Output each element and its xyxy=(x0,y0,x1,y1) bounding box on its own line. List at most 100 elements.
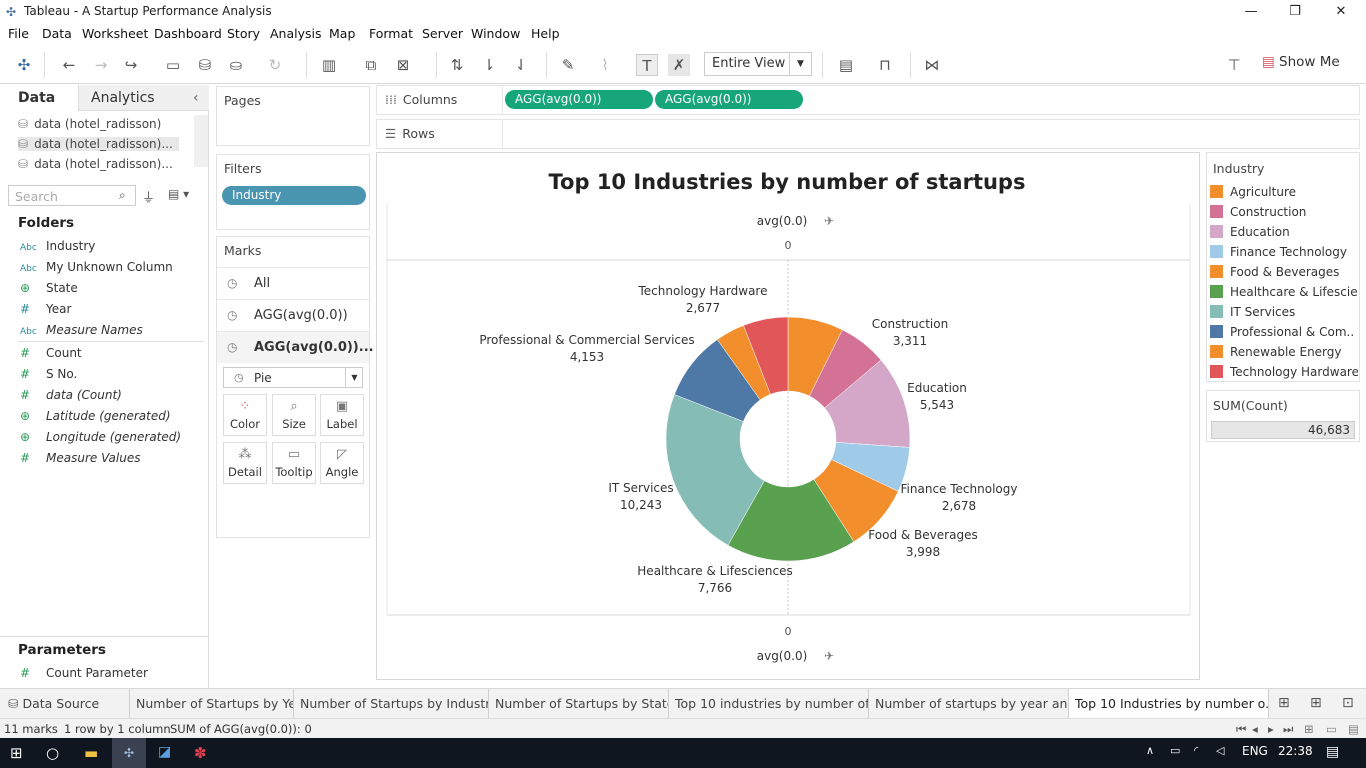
pin-icon[interactable]: ⊤ xyxy=(1223,54,1245,76)
field-state[interactable]: ⊕ State xyxy=(20,281,78,295)
minimize-icon[interactable]: — xyxy=(1236,2,1266,22)
marks-detail-button[interactable]: ⁂ Detail xyxy=(223,442,267,484)
filter-pill-industry[interactable]: Industry xyxy=(222,186,366,205)
legend-item[interactable]: Construction xyxy=(1210,205,1358,219)
wifi-icon[interactable]: ◜ xyxy=(1194,744,1198,757)
field-count[interactable]: # Count xyxy=(20,346,82,360)
menu-file[interactable]: File xyxy=(8,26,29,41)
view-size-select[interactable]: Entire View ▼ xyxy=(704,52,812,76)
tableau-home-icon[interactable]: ✣ xyxy=(13,54,35,76)
columns-shelf[interactable]: ⁞⁞⁞ Columns AGG(avg(0.0)) AGG(avg(0.0)) xyxy=(376,85,1360,115)
view-options-icon[interactable]: ▤ ▾ xyxy=(168,187,189,201)
menu-format[interactable]: Format xyxy=(369,26,413,41)
tab-sheet[interactable]: Number of startups by year and ... xyxy=(869,689,1069,718)
datasource-item[interactable]: data (hotel_radisson) xyxy=(18,117,161,131)
nav-prev-icon[interactable]: ◂ xyxy=(1252,722,1258,736)
filters-card[interactable]: Filters Industry xyxy=(216,154,370,230)
windows-start-icon[interactable]: ⊞ xyxy=(10,744,23,762)
tab-sheet[interactable]: Number of Startups by Year xyxy=(130,689,294,718)
marks-row-all[interactable]: ◷ All xyxy=(217,267,369,299)
field-longitude[interactable]: ⊕ Longitude (generated) xyxy=(20,430,181,444)
field-industry[interactable]: Abc Industry xyxy=(20,239,95,253)
share-icon[interactable]: ⋈ xyxy=(921,54,943,76)
refresh-icon[interactable]: ↻ xyxy=(264,54,286,76)
column-pill[interactable]: AGG(avg(0.0)) xyxy=(655,90,803,109)
replay-icon[interactable]: ↪ xyxy=(120,54,142,76)
nav-first-icon[interactable]: ⏮ xyxy=(1236,722,1246,737)
legend-item[interactable]: Agriculture xyxy=(1210,185,1358,199)
search-input[interactable]: Search ⌕ xyxy=(8,185,136,206)
marks-color-button[interactable]: ⁘ Color xyxy=(223,394,267,436)
new-dashboard-tab-icon[interactable]: ⊞ xyxy=(1310,695,1322,711)
datasource-item-active[interactable]: data (hotel_radisson)... xyxy=(18,137,179,151)
new-datasource-icon[interactable]: ⛁ xyxy=(194,54,216,76)
legend-item[interactable]: Food & Beverages xyxy=(1210,265,1358,279)
list-view-icon[interactable]: ▤ xyxy=(1348,722,1359,736)
nav-next-icon[interactable]: ▸ xyxy=(1268,722,1274,736)
close-icon[interactable]: ✕ xyxy=(1326,2,1356,22)
fix-axes-icon[interactable]: ✗ xyxy=(668,54,690,76)
marks-size-button[interactable]: ⌕ Size xyxy=(272,394,316,436)
field-measure-names[interactable]: Abc Measure Names xyxy=(20,323,143,337)
legend-item[interactable]: Education xyxy=(1210,225,1358,239)
restore-icon[interactable]: ❐ xyxy=(1280,2,1310,22)
menu-map[interactable]: Map xyxy=(329,26,355,41)
menu-server[interactable]: Server xyxy=(422,26,463,41)
battery-icon[interactable]: ▭ xyxy=(1170,744,1180,757)
marks-tooltip-button[interactable]: ▭ Tooltip xyxy=(272,442,316,484)
show-mark-labels-icon[interactable]: T xyxy=(636,54,658,76)
filmstrip-icon[interactable]: ▭ xyxy=(1326,722,1337,736)
sort-ascending-icon[interactable]: ⇂ xyxy=(478,54,500,76)
field-my-unknown-column[interactable]: Abc My Unknown Column xyxy=(20,260,173,274)
menu-data[interactable]: Data xyxy=(42,26,72,41)
marks-angle-button[interactable]: ◸ Angle xyxy=(320,442,364,484)
menu-dashboard[interactable]: Dashboard xyxy=(154,26,222,41)
field-year[interactable]: # Year xyxy=(20,302,71,316)
marks-label-button[interactable]: ▣ Label xyxy=(320,394,364,436)
show-cards-icon[interactable]: ▤ xyxy=(835,54,857,76)
legend-item[interactable]: Healthcare & Lifescie.. xyxy=(1210,285,1358,299)
field-data-count[interactable]: # data (Count) xyxy=(20,388,122,402)
filter-icon[interactable]: ⏚ xyxy=(142,187,155,206)
datasource-item[interactable]: data (hotel_radisson)... xyxy=(18,157,173,171)
tab-analytics[interactable]: Analytics ‹ xyxy=(78,85,209,111)
tab-sheet-active[interactable]: Top 10 Industries by number o... xyxy=(1069,689,1269,718)
tray-chevron-icon[interactable]: ∧ xyxy=(1146,744,1154,757)
marks-row-agg2[interactable]: ◷ AGG(avg(0.0))... xyxy=(217,331,374,363)
tableau-taskbar-icon[interactable]: ✣ xyxy=(112,738,146,768)
field-latitude[interactable]: ⊕ Latitude (generated) xyxy=(20,409,171,423)
rows-shelf[interactable]: ☰ Rows xyxy=(376,119,1360,149)
cortana-icon[interactable]: ○ xyxy=(46,744,59,762)
nav-last-icon[interactable]: ⏭ xyxy=(1283,722,1293,737)
collapse-pane-icon[interactable]: ‹ xyxy=(193,90,199,106)
highlight-icon[interactable]: ✎ xyxy=(557,54,579,76)
app-taskbar-icon[interactable]: ◪ xyxy=(158,744,171,760)
field-measure-values[interactable]: # Measure Values xyxy=(20,451,140,465)
clock[interactable]: 22:38 xyxy=(1278,744,1313,758)
new-worksheet-tab-icon[interactable]: ⊞ xyxy=(1278,695,1290,711)
legend-item[interactable]: IT Services xyxy=(1210,305,1358,319)
tab-sheet[interactable]: Number of Startups by Industry xyxy=(294,689,489,718)
grid-view-icon[interactable]: ⊞ xyxy=(1304,722,1314,736)
new-worksheet-icon[interactable]: ▥ xyxy=(318,54,340,76)
language-indicator[interactable]: ENG xyxy=(1242,744,1268,758)
tab-sheet[interactable]: Number of Startups by State xyxy=(489,689,669,718)
marks-row-agg1[interactable]: ◷ AGG(avg(0.0)) xyxy=(217,299,369,331)
tab-data[interactable]: Data xyxy=(0,85,78,111)
notifications-icon[interactable]: ▤ xyxy=(1326,744,1339,760)
tab-data-source[interactable]: ⛁ Data Source xyxy=(0,689,130,718)
parameter-count[interactable]: # Count Parameter xyxy=(20,666,148,680)
clear-sheet-icon[interactable]: ⊠ xyxy=(392,54,414,76)
swap-rows-columns-icon[interactable]: ⇅ xyxy=(446,54,468,76)
duplicate-sheet-icon[interactable]: ⧉ xyxy=(360,54,382,76)
size-legend[interactable]: SUM(Count) 46,683 xyxy=(1206,390,1360,442)
show-me-button[interactable]: ▤ Show Me xyxy=(1262,54,1340,70)
sort-descending-icon[interactable]: ⇃ xyxy=(510,54,532,76)
pages-card[interactable]: Pages xyxy=(216,86,370,146)
legend-item[interactable]: Technology Hardware xyxy=(1210,365,1358,379)
volume-icon[interactable]: ◁ xyxy=(1216,744,1224,757)
menu-worksheet[interactable]: Worksheet xyxy=(82,26,148,41)
field-s-no[interactable]: # S No. xyxy=(20,367,77,381)
presentation-mode-icon[interactable]: ⊓ xyxy=(874,54,896,76)
menu-story[interactable]: Story xyxy=(227,26,260,41)
